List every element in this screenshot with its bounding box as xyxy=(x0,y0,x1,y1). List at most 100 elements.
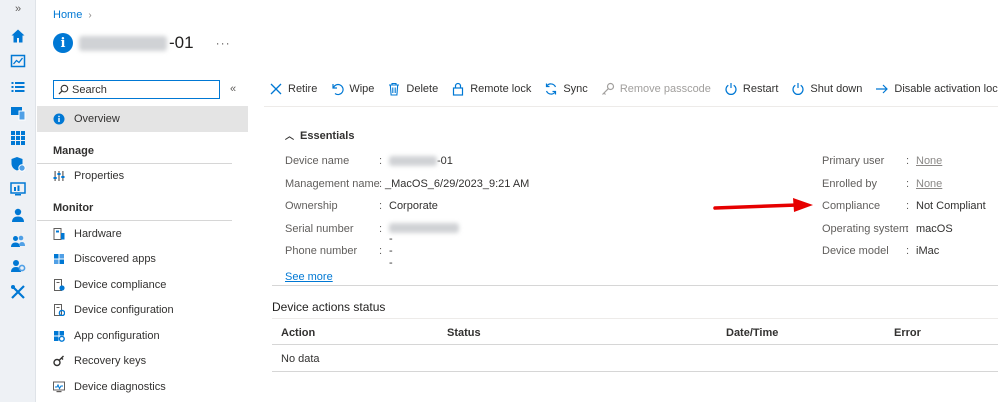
essentials-colon: : xyxy=(379,178,383,190)
menu-item-hardware[interactable]: Hardware xyxy=(37,221,248,247)
groups-icon[interactable] xyxy=(9,232,27,250)
devices-icon[interactable] xyxy=(9,104,27,122)
menu-item-recovery-keys[interactable]: Recovery keys xyxy=(37,349,248,375)
essentials-colon: : xyxy=(906,178,910,190)
essentials-colon: : xyxy=(379,245,383,257)
redacted-device-name xyxy=(79,35,167,51)
essentials-label: Operating system xyxy=(822,223,909,235)
wipe-button[interactable]: Wipe xyxy=(330,82,374,96)
menu-item-discovered-apps[interactable]: Discovered apps xyxy=(37,247,248,273)
troubleshooting-icon[interactable] xyxy=(9,283,27,301)
essentials-label: Device name xyxy=(285,155,350,167)
enrolled-by-link[interactable]: None xyxy=(916,178,942,190)
essentials-label: Ownership xyxy=(285,200,338,212)
essentials-colon: : xyxy=(379,223,383,235)
menu-search-box[interactable] xyxy=(53,80,220,99)
shut-down-button[interactable]: Shut down xyxy=(791,82,862,96)
essentials-colon: : xyxy=(379,155,383,167)
essentials-value: Corporate xyxy=(389,200,438,212)
delete-button[interactable]: Delete xyxy=(387,82,438,96)
essentials-colon: : xyxy=(379,200,383,212)
users-icon[interactable] xyxy=(9,206,27,224)
device-actions-title: Device actions status xyxy=(272,300,386,314)
remote-lock-button[interactable]: Remote lock xyxy=(451,82,531,96)
properties-icon xyxy=(53,170,65,182)
home-icon[interactable] xyxy=(9,27,27,45)
see-more-link[interactable]: See more xyxy=(285,271,333,283)
column-header-action[interactable]: Action xyxy=(281,327,315,339)
menu-item-device-compliance[interactable]: Device compliance xyxy=(37,272,248,298)
retire-button-label: Retire xyxy=(288,83,318,95)
essentials-row-management-name: Management name : _MacOS_6/29/2023_9:21 … xyxy=(285,177,529,191)
breadcrumb: Home › xyxy=(53,9,92,21)
essentials-row-phone-number: Phone number : --- xyxy=(285,233,393,269)
endpoint-security-icon[interactable] xyxy=(9,155,27,173)
info-icon: i xyxy=(53,33,73,53)
disable-activation-lock-button[interactable]: Disable activation lock xyxy=(875,82,998,96)
menu-item-label: Hardware xyxy=(74,227,122,240)
device-actions-table-header: Action Status Date/Time Error xyxy=(272,318,998,345)
menu-section-monitor: Monitor xyxy=(37,189,232,221)
menu-item-properties[interactable]: Properties xyxy=(37,164,248,190)
disable-activation-lock-button-label: Disable activation lock xyxy=(894,83,998,95)
more-options-icon[interactable]: ··· xyxy=(216,36,231,50)
column-header-status[interactable]: Status xyxy=(447,327,481,339)
app-configuration-icon xyxy=(53,330,65,342)
page-title-row: i -01 ··· xyxy=(53,33,231,53)
compliance-status-value: Not Compliant xyxy=(916,200,986,212)
menu-item-overview[interactable]: Overview xyxy=(37,106,248,132)
essentials-label: Enrolled by xyxy=(822,178,878,190)
column-header-datetime[interactable]: Date/Time xyxy=(726,327,778,339)
primary-user-link[interactable]: None xyxy=(916,155,942,167)
menu-item-label: Device compliance xyxy=(74,278,167,291)
empty-state-text: No data xyxy=(281,353,320,365)
menu-item-device-configuration[interactable]: Device configuration xyxy=(37,298,248,324)
lock-icon xyxy=(453,82,464,96)
shut-down-button-label: Shut down xyxy=(810,83,863,95)
sync-button[interactable]: Sync xyxy=(544,82,588,96)
dashboard-icon[interactable] xyxy=(9,52,27,70)
resource-menu: Overview Manage Properties Monitor Hardw… xyxy=(37,106,248,400)
remove-passcode-button-label: Remove passcode xyxy=(619,83,711,95)
essentials-colon: : xyxy=(906,223,910,235)
essentials-toggle[interactable]: ︿ Essentials xyxy=(285,129,354,142)
menu-item-label: Discovered apps xyxy=(74,253,156,266)
redacted-value xyxy=(389,156,437,166)
device-diagnostics-icon xyxy=(53,381,65,393)
left-nav-rail: » xyxy=(0,0,36,402)
essentials-label: Device model xyxy=(822,245,889,257)
essentials-value: -01 xyxy=(389,155,453,167)
apps-icon[interactable] xyxy=(9,129,27,147)
reports-icon[interactable] xyxy=(9,180,27,198)
toolbar-divider xyxy=(264,106,998,107)
essentials-row-primary-user: Primary user : None xyxy=(822,154,942,168)
menu-item-device-diagnostics[interactable]: Device diagnostics xyxy=(37,374,248,400)
expand-nav-icon[interactable]: » xyxy=(0,3,36,15)
column-header-error[interactable]: Error xyxy=(894,327,921,339)
essentials-label: Phone number xyxy=(285,245,358,257)
tenant-admin-icon[interactable] xyxy=(9,257,27,275)
device-compliance-icon xyxy=(53,278,65,291)
retire-button[interactable]: Retire xyxy=(269,82,317,96)
restart-button[interactable]: Restart xyxy=(724,82,778,96)
essentials-colon: : xyxy=(906,200,910,212)
essentials-row-device-name: Device name : -01 xyxy=(285,154,453,168)
essentials-row-device-model: Device model : iMac xyxy=(822,244,939,258)
essentials-row-operating-system: Operating system : macOS xyxy=(822,222,953,236)
menu-item-app-configuration[interactable]: App configuration xyxy=(37,323,248,349)
breadcrumb-home-link[interactable]: Home xyxy=(53,9,82,21)
search-icon xyxy=(58,84,69,95)
discovered-apps-icon xyxy=(53,253,65,265)
essentials-colon: : xyxy=(906,155,910,167)
menu-search-input[interactable] xyxy=(72,83,212,96)
menu-item-label: Recovery keys xyxy=(74,355,147,368)
remove-passcode-button[interactable]: Remove passcode xyxy=(601,82,711,96)
essentials-row-serial-number: Serial number : xyxy=(285,222,459,236)
essentials-value: macOS xyxy=(916,223,953,235)
menu-item-label: Properties xyxy=(74,170,125,183)
close-icon xyxy=(270,83,282,95)
list-icon[interactable] xyxy=(9,78,27,96)
essentials-value: --- xyxy=(389,233,393,269)
collapse-menu-icon[interactable]: « xyxy=(230,83,236,95)
power-icon xyxy=(725,83,737,95)
